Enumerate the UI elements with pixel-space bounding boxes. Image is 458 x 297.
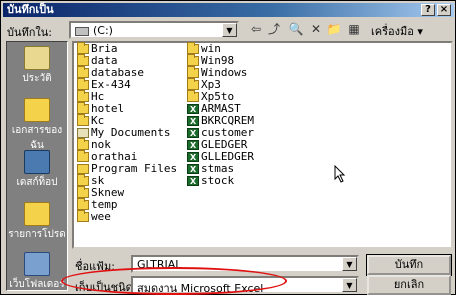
places-web-folders[interactable]: เว็บโฟลเดอร์ — [7, 252, 67, 292]
cancel-button[interactable]: ยกเลิก — [367, 275, 451, 295]
excel-file-icon — [187, 104, 199, 116]
dialog-title: บันทึกเป็น — [7, 3, 54, 16]
file-list[interactable]: Bria data database Ex-434 Hc hotel Kc My Docume… — [72, 41, 453, 249]
excel-file-icon — [187, 128, 199, 140]
chevron-down-icon[interactable]: ▼ — [222, 23, 237, 37]
history-icon — [24, 46, 50, 70]
filename-label: ชื่อแฟ้ม: — [75, 260, 115, 273]
folder-icon — [77, 164, 89, 174]
places-bar: ประวัติ เอกสารของฉัน เดสก์ท็อป รายการโปร… — [6, 41, 68, 291]
places-label: รายการโปรด — [8, 229, 66, 240]
places-desktop[interactable]: เดสก์ท็อป — [7, 150, 67, 190]
new-folder-icon[interactable]: 📁 — [325, 21, 343, 37]
save-in-value: (C:) — [75, 24, 113, 37]
file-item[interactable]: wee — [76, 210, 177, 223]
delete-icon[interactable]: ✕ — [307, 21, 325, 37]
search-web-icon[interactable]: 🔍 — [287, 21, 305, 37]
filetype-dropdown[interactable]: สมุดงาน Microsoft Excel ▼ — [131, 276, 359, 295]
file-name: stock — [201, 174, 235, 187]
views-icon[interactable]: ▦ — [345, 21, 363, 37]
up-folder-icon[interactable]: ⤴ — [265, 21, 283, 37]
my-documents-icon — [24, 98, 50, 122]
filename-field[interactable]: GLTRIAL ▼ — [131, 255, 359, 273]
close-button[interactable]: × — [437, 4, 451, 16]
save-in-dropdown[interactable]: (C:) ▼ — [69, 21, 239, 39]
folder-icon — [77, 78, 89, 90]
file-item[interactable]: stock — [186, 174, 254, 188]
places-my-documents[interactable]: เอกสารของฉัน — [7, 98, 67, 153]
folder-icon — [77, 210, 89, 222]
excel-file-icon — [187, 140, 199, 152]
folder-icon — [77, 138, 89, 150]
favorites-icon — [24, 202, 50, 226]
excel-file-icon — [187, 152, 199, 164]
folder-icon — [187, 90, 199, 102]
places-label: เดสก์ท็อป — [16, 177, 58, 188]
back-icon[interactable]: ⇦ — [247, 21, 265, 37]
folder-icon — [77, 114, 89, 126]
folder-icon — [187, 78, 199, 90]
save-as-dialog: บันทึกเป็น ? × บันทึกใน: (C:) ▼ ⇦ ⤴ 🔍 ✕ … — [0, 0, 456, 295]
title-bar: บันทึกเป็น ? × — [3, 3, 454, 17]
folder-icon — [77, 66, 89, 78]
chevron-down-icon[interactable]: ▼ — [342, 278, 357, 292]
excel-file-icon — [187, 116, 199, 128]
folder-icon — [77, 198, 89, 210]
places-label: เอกสารของฉัน — [11, 125, 63, 151]
places-label: ประวัติ — [22, 73, 52, 84]
help-button[interactable]: ? — [421, 4, 435, 16]
folder-icon — [187, 42, 199, 54]
web-folders-icon — [24, 252, 50, 276]
folder-icon — [77, 174, 89, 186]
save-button[interactable]: บันทึก — [366, 254, 452, 276]
folder-icon — [187, 54, 199, 66]
folder-icon — [77, 90, 89, 102]
folder-icon — [187, 66, 199, 78]
folder-icon — [77, 42, 89, 54]
folder-icon — [77, 186, 89, 198]
places-label: เว็บโฟลเดอร์ — [9, 279, 65, 290]
places-history[interactable]: ประวัติ — [7, 46, 67, 86]
my-documents-folder-icon — [77, 128, 89, 138]
desktop-icon — [24, 150, 50, 174]
filename-value: GLTRIAL — [137, 258, 182, 271]
folder-icon — [77, 102, 89, 114]
file-column-1: Bria data database Ex-434 Hc hotel Kc My Docume… — [76, 42, 177, 223]
folder-icon — [77, 54, 89, 66]
save-in-label: บันทึกใน: — [7, 26, 53, 39]
file-column-2: winWin98WindowsXp3Xp5toARMASTBKRCQREMcus… — [186, 42, 254, 188]
places-favorites[interactable]: รายการโปรด — [7, 202, 67, 242]
mouse-cursor-icon — [334, 165, 346, 183]
excel-file-icon — [187, 176, 199, 188]
filetype-label: เก็บเป็นชนิด: — [75, 281, 137, 294]
drive-icon — [75, 26, 89, 36]
tools-menu[interactable]: เครื่องมือ ▾ — [371, 22, 423, 40]
chevron-down-icon[interactable]: ▼ — [342, 257, 357, 271]
filetype-value: สมุดงาน Microsoft Excel — [137, 282, 264, 295]
folder-icon — [77, 150, 89, 162]
file-name: wee — [91, 210, 111, 223]
excel-file-icon — [187, 164, 199, 176]
